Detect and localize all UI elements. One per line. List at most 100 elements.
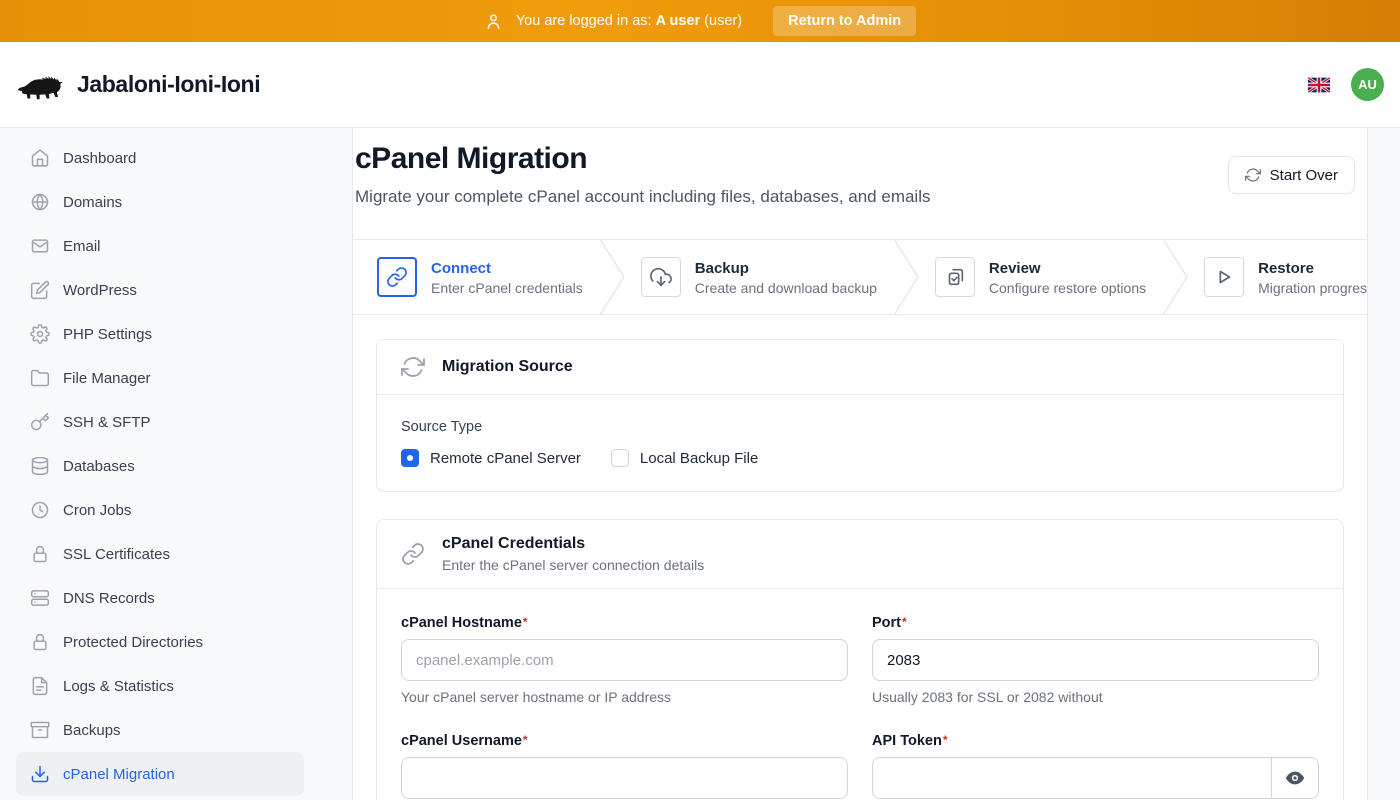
cloud-download-icon [650, 266, 672, 288]
hostname-field-group: cPanel Hostname* Your cPanel server host… [401, 615, 848, 705]
sidebar-item-databases[interactable]: Databases [16, 444, 304, 488]
sidebar-item-label: Dashboard [63, 150, 136, 167]
boar-logo-icon [16, 68, 64, 102]
step-subtitle: Enter cPanel credentials [431, 280, 583, 296]
refresh-icon [1245, 167, 1261, 183]
required-asterisk: * [523, 615, 528, 629]
radio-unchecked-icon[interactable] [611, 449, 629, 467]
step-title: Connect [431, 259, 583, 278]
step-subtitle: Migration progress [1258, 280, 1367, 296]
impersonation-banner: You are logged in as: A user (user) Retu… [0, 0, 1400, 42]
server-icon [30, 588, 50, 608]
card-subtitle: Enter the cPanel server connection detai… [442, 557, 704, 573]
settings-icon [30, 324, 50, 344]
sidebar-item-cpanel-migration[interactable]: cPanel Migration [16, 752, 304, 796]
sidebar-item-label: WordPress [63, 282, 137, 299]
start-over-button[interactable]: Start Over [1228, 156, 1355, 194]
step-icon-box [1204, 257, 1244, 297]
sidebar-item-php-settings[interactable]: PHP Settings [16, 312, 304, 356]
step-icon-box [377, 257, 417, 297]
main-panel: cPanel Migration Migrate your complete c… [352, 128, 1368, 800]
sidebar-item-protected-directories[interactable]: Protected Directories [16, 620, 304, 664]
sidebar-item-file-manager[interactable]: File Manager [16, 356, 304, 400]
step-connect[interactable]: Connect Enter cPanel credentials [377, 257, 599, 297]
chevron-separator-icon [893, 239, 919, 315]
page-title: cPanel Migration [355, 142, 1355, 176]
sidebar-item-label: Protected Directories [63, 634, 203, 651]
sidebar-item-wordpress[interactable]: WordPress [16, 268, 304, 312]
option-remote-cpanel-server[interactable]: Remote cPanel Server [401, 449, 581, 467]
required-asterisk: * [523, 733, 528, 747]
toggle-password-visibility-button[interactable] [1271, 757, 1319, 799]
sidebar-item-label: Logs & Statistics [63, 678, 174, 695]
sync-icon [401, 355, 425, 379]
port-field-group: Port* Usually 2083 for SSL or 2082 witho… [872, 615, 1319, 705]
sidebar-item-dns-records[interactable]: DNS Records [16, 576, 304, 620]
sidebar-item-label: Domains [63, 194, 122, 211]
home-icon [30, 148, 50, 168]
database-icon [30, 456, 50, 476]
step-title: Review [989, 259, 1146, 278]
key-icon [30, 412, 50, 432]
hostname-label: cPanel Hostname* [401, 615, 848, 631]
step-icon-box [641, 257, 681, 297]
archive-icon [30, 720, 50, 740]
uk-flag-icon[interactable] [1308, 77, 1330, 93]
sidebar-item-dashboard[interactable]: Dashboard [16, 136, 304, 180]
clipboard-check-icon [944, 266, 966, 288]
step-restore[interactable]: RestoreMigration progress [1204, 257, 1367, 297]
radio-checked-icon[interactable] [401, 449, 419, 467]
sidebar-item-ssh-sftp[interactable]: SSH & SFTP [16, 400, 304, 444]
port-helper: Usually 2083 for SSL or 2082 without [872, 689, 1319, 705]
chevron-separator-icon [599, 239, 625, 315]
user-icon [484, 12, 503, 31]
page-subtitle: Migrate your complete cPanel account inc… [355, 185, 1355, 209]
avatar[interactable]: AU [1351, 68, 1384, 101]
return-to-admin-button[interactable]: Return to Admin [773, 6, 916, 36]
link-icon [386, 266, 408, 288]
mail-icon [30, 236, 50, 256]
step-review[interactable]: Review Configure restore options [935, 257, 1162, 297]
sidebar-item-ssl-certificates[interactable]: SSL Certificates [16, 532, 304, 576]
step-icon-box [935, 257, 975, 297]
sidebar-item-backups[interactable]: Backups [16, 708, 304, 752]
folder-icon [30, 368, 50, 388]
source-type-label: Source Type [401, 419, 1319, 435]
sidebar-item-cron-jobs[interactable]: Cron Jobs [16, 488, 304, 532]
hostname-input[interactable] [401, 639, 848, 681]
username-field-group: cPanel Username* [401, 733, 848, 799]
step-subtitle: Configure restore options [989, 280, 1146, 296]
chevron-separator-icon [1162, 239, 1188, 315]
migration-source-card: Migration Source Source Type Remote cPan… [376, 339, 1344, 492]
lock-icon [30, 544, 50, 564]
sidebar-item-label: PHP Settings [63, 326, 152, 343]
sidebar-item-email[interactable]: Email [16, 224, 304, 268]
api-token-input[interactable] [872, 757, 1271, 799]
username-input[interactable] [401, 757, 848, 799]
step-wizard: Connect Enter cPanel credentials Backup Cre… [353, 239, 1367, 315]
required-asterisk: * [902, 615, 907, 629]
card-title: Migration Source [442, 358, 573, 376]
play-icon [1213, 266, 1235, 288]
step-backup[interactable]: Backup Create and download backup [641, 257, 893, 297]
option-local-backup-file[interactable]: Local Backup File [611, 449, 758, 467]
link-icon [401, 542, 425, 566]
card-title: cPanel Credentials [442, 535, 704, 553]
sidebar-item-logs-statistics[interactable]: Logs & Statistics [16, 664, 304, 708]
sidebar-item-domains[interactable]: Domains [16, 180, 304, 224]
download-icon [30, 764, 50, 784]
sidebar-item-label: Email [63, 238, 101, 255]
port-input[interactable] [872, 639, 1319, 681]
sidebar-item-label: cPanel Migration [63, 766, 175, 783]
hostname-helper: Your cPanel server hostname or IP addres… [401, 689, 848, 705]
required-asterisk: * [943, 733, 948, 747]
brand[interactable]: Jabaloni-Ioni-Ioni [16, 68, 260, 102]
sidebar: Dashboard Domains Email WordPress PHP Settin… [0, 128, 352, 800]
eye-icon [1284, 767, 1306, 789]
step-subtitle: Create and download backup [695, 280, 877, 296]
sidebar-item-label: Cron Jobs [63, 502, 131, 519]
impersonated-user-role: (user) [704, 13, 742, 29]
step-title: Backup [695, 259, 877, 278]
sidebar-item-label: Backups [63, 722, 121, 739]
sidebar-item-label: File Manager [63, 370, 151, 387]
